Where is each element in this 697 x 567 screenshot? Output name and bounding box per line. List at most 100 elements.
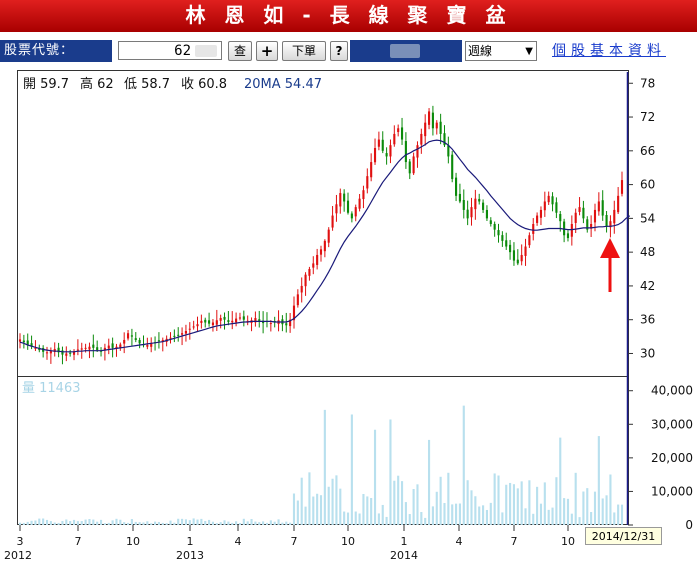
candle-body xyxy=(497,230,500,236)
x-tick-label: 7 xyxy=(291,535,298,548)
volume-bar xyxy=(574,472,577,525)
candle-body xyxy=(408,161,411,174)
candle-body xyxy=(173,335,176,337)
candle-body xyxy=(215,320,218,325)
candle-body xyxy=(574,212,577,223)
candle-body xyxy=(138,340,141,344)
volume-bar xyxy=(265,522,269,525)
candle-body xyxy=(26,340,29,345)
candle-body xyxy=(346,200,350,213)
volume-bar xyxy=(161,522,164,525)
volume-bar xyxy=(319,495,323,525)
volume-bar xyxy=(250,519,253,525)
volume-bar xyxy=(165,523,168,525)
volume-bar xyxy=(227,521,230,525)
volume-bar xyxy=(346,512,350,525)
volume-bar xyxy=(308,472,311,525)
volume-bar xyxy=(150,523,153,525)
candle-body xyxy=(227,320,230,322)
candle-body xyxy=(474,198,477,210)
volume-bar xyxy=(478,506,481,525)
volume-bar xyxy=(327,486,330,525)
candle-body xyxy=(532,224,535,234)
volume-bar xyxy=(103,523,106,525)
candle-body xyxy=(451,154,454,179)
volume-bar xyxy=(427,439,431,525)
candle-body xyxy=(22,340,25,343)
volume-tick-label: 30,000 xyxy=(651,417,693,431)
volume-bar xyxy=(620,504,624,525)
candle-body xyxy=(18,339,22,342)
volume-bar xyxy=(586,488,589,525)
stock-chart: 開 59.7 高 62 低 58.7 收 60.8 20MA 54.47 量 1… xyxy=(4,72,693,562)
candle-body xyxy=(300,285,303,293)
candle-body xyxy=(505,240,508,247)
candle-body xyxy=(312,263,315,268)
candle-body xyxy=(593,209,597,223)
x-tick-label: 10 xyxy=(341,535,355,548)
volume-tick-label: 0 xyxy=(685,518,693,532)
candle-body xyxy=(269,323,272,325)
info-close: 收 60.8 xyxy=(181,77,227,92)
volume-bar xyxy=(42,518,45,525)
volume-bar xyxy=(505,484,508,525)
volume-bar xyxy=(582,491,585,525)
volume-bar xyxy=(435,491,438,525)
volume-bar xyxy=(269,520,272,525)
volume-bar xyxy=(474,496,477,525)
volume-bar xyxy=(397,475,400,525)
candle-body xyxy=(516,259,519,264)
price-tick-label: 48 xyxy=(640,245,655,259)
candle-body xyxy=(520,254,523,262)
volume-bar xyxy=(146,521,149,525)
candle-body xyxy=(555,202,558,213)
candle-body xyxy=(528,235,531,246)
volume-bar xyxy=(377,513,380,525)
x-tick-label: 4 xyxy=(456,535,463,548)
candle-body xyxy=(605,215,608,227)
candle-body xyxy=(377,139,380,147)
volume-bar xyxy=(138,522,141,525)
candle-body xyxy=(539,209,543,218)
candle-body xyxy=(296,294,299,306)
volume-bar xyxy=(362,494,365,525)
candle-body xyxy=(470,207,473,218)
candle-body xyxy=(84,347,87,349)
candle-body xyxy=(489,220,492,224)
info-high: 高 62 xyxy=(80,76,114,92)
candle-body xyxy=(111,343,114,348)
volume-tick-label: 40,000 xyxy=(651,384,693,398)
candle-body xyxy=(551,196,554,205)
volume-bar xyxy=(61,520,64,525)
volume-bar xyxy=(292,493,296,525)
volume-bar xyxy=(404,502,407,525)
volume-bar xyxy=(532,513,535,525)
volume-bar xyxy=(142,522,145,525)
volume-bar xyxy=(238,523,242,525)
volume-bar xyxy=(400,481,404,525)
candle-body xyxy=(385,153,388,157)
volume-bar xyxy=(208,519,211,525)
volume-bar xyxy=(188,520,191,525)
candle-body xyxy=(242,316,245,320)
candle-body xyxy=(65,353,68,356)
candle-body xyxy=(601,200,604,216)
volume-bar xyxy=(416,484,419,525)
candle-body xyxy=(509,244,512,253)
candle-body xyxy=(462,200,465,210)
volume-bar xyxy=(304,506,307,525)
candle-body xyxy=(96,347,99,351)
volume-bar xyxy=(528,480,531,525)
candle-body xyxy=(188,328,191,330)
volume-bar xyxy=(181,518,184,525)
price-tick-label: 30 xyxy=(640,346,655,360)
candle-body xyxy=(424,122,427,137)
volume-bar xyxy=(258,522,261,525)
candle-body xyxy=(482,202,485,210)
volume-bar xyxy=(312,496,315,525)
volume-bar xyxy=(470,490,473,525)
candle-body xyxy=(536,215,539,223)
volume-bar xyxy=(300,477,303,525)
candle-body xyxy=(304,274,307,287)
volume-bar xyxy=(115,518,118,525)
